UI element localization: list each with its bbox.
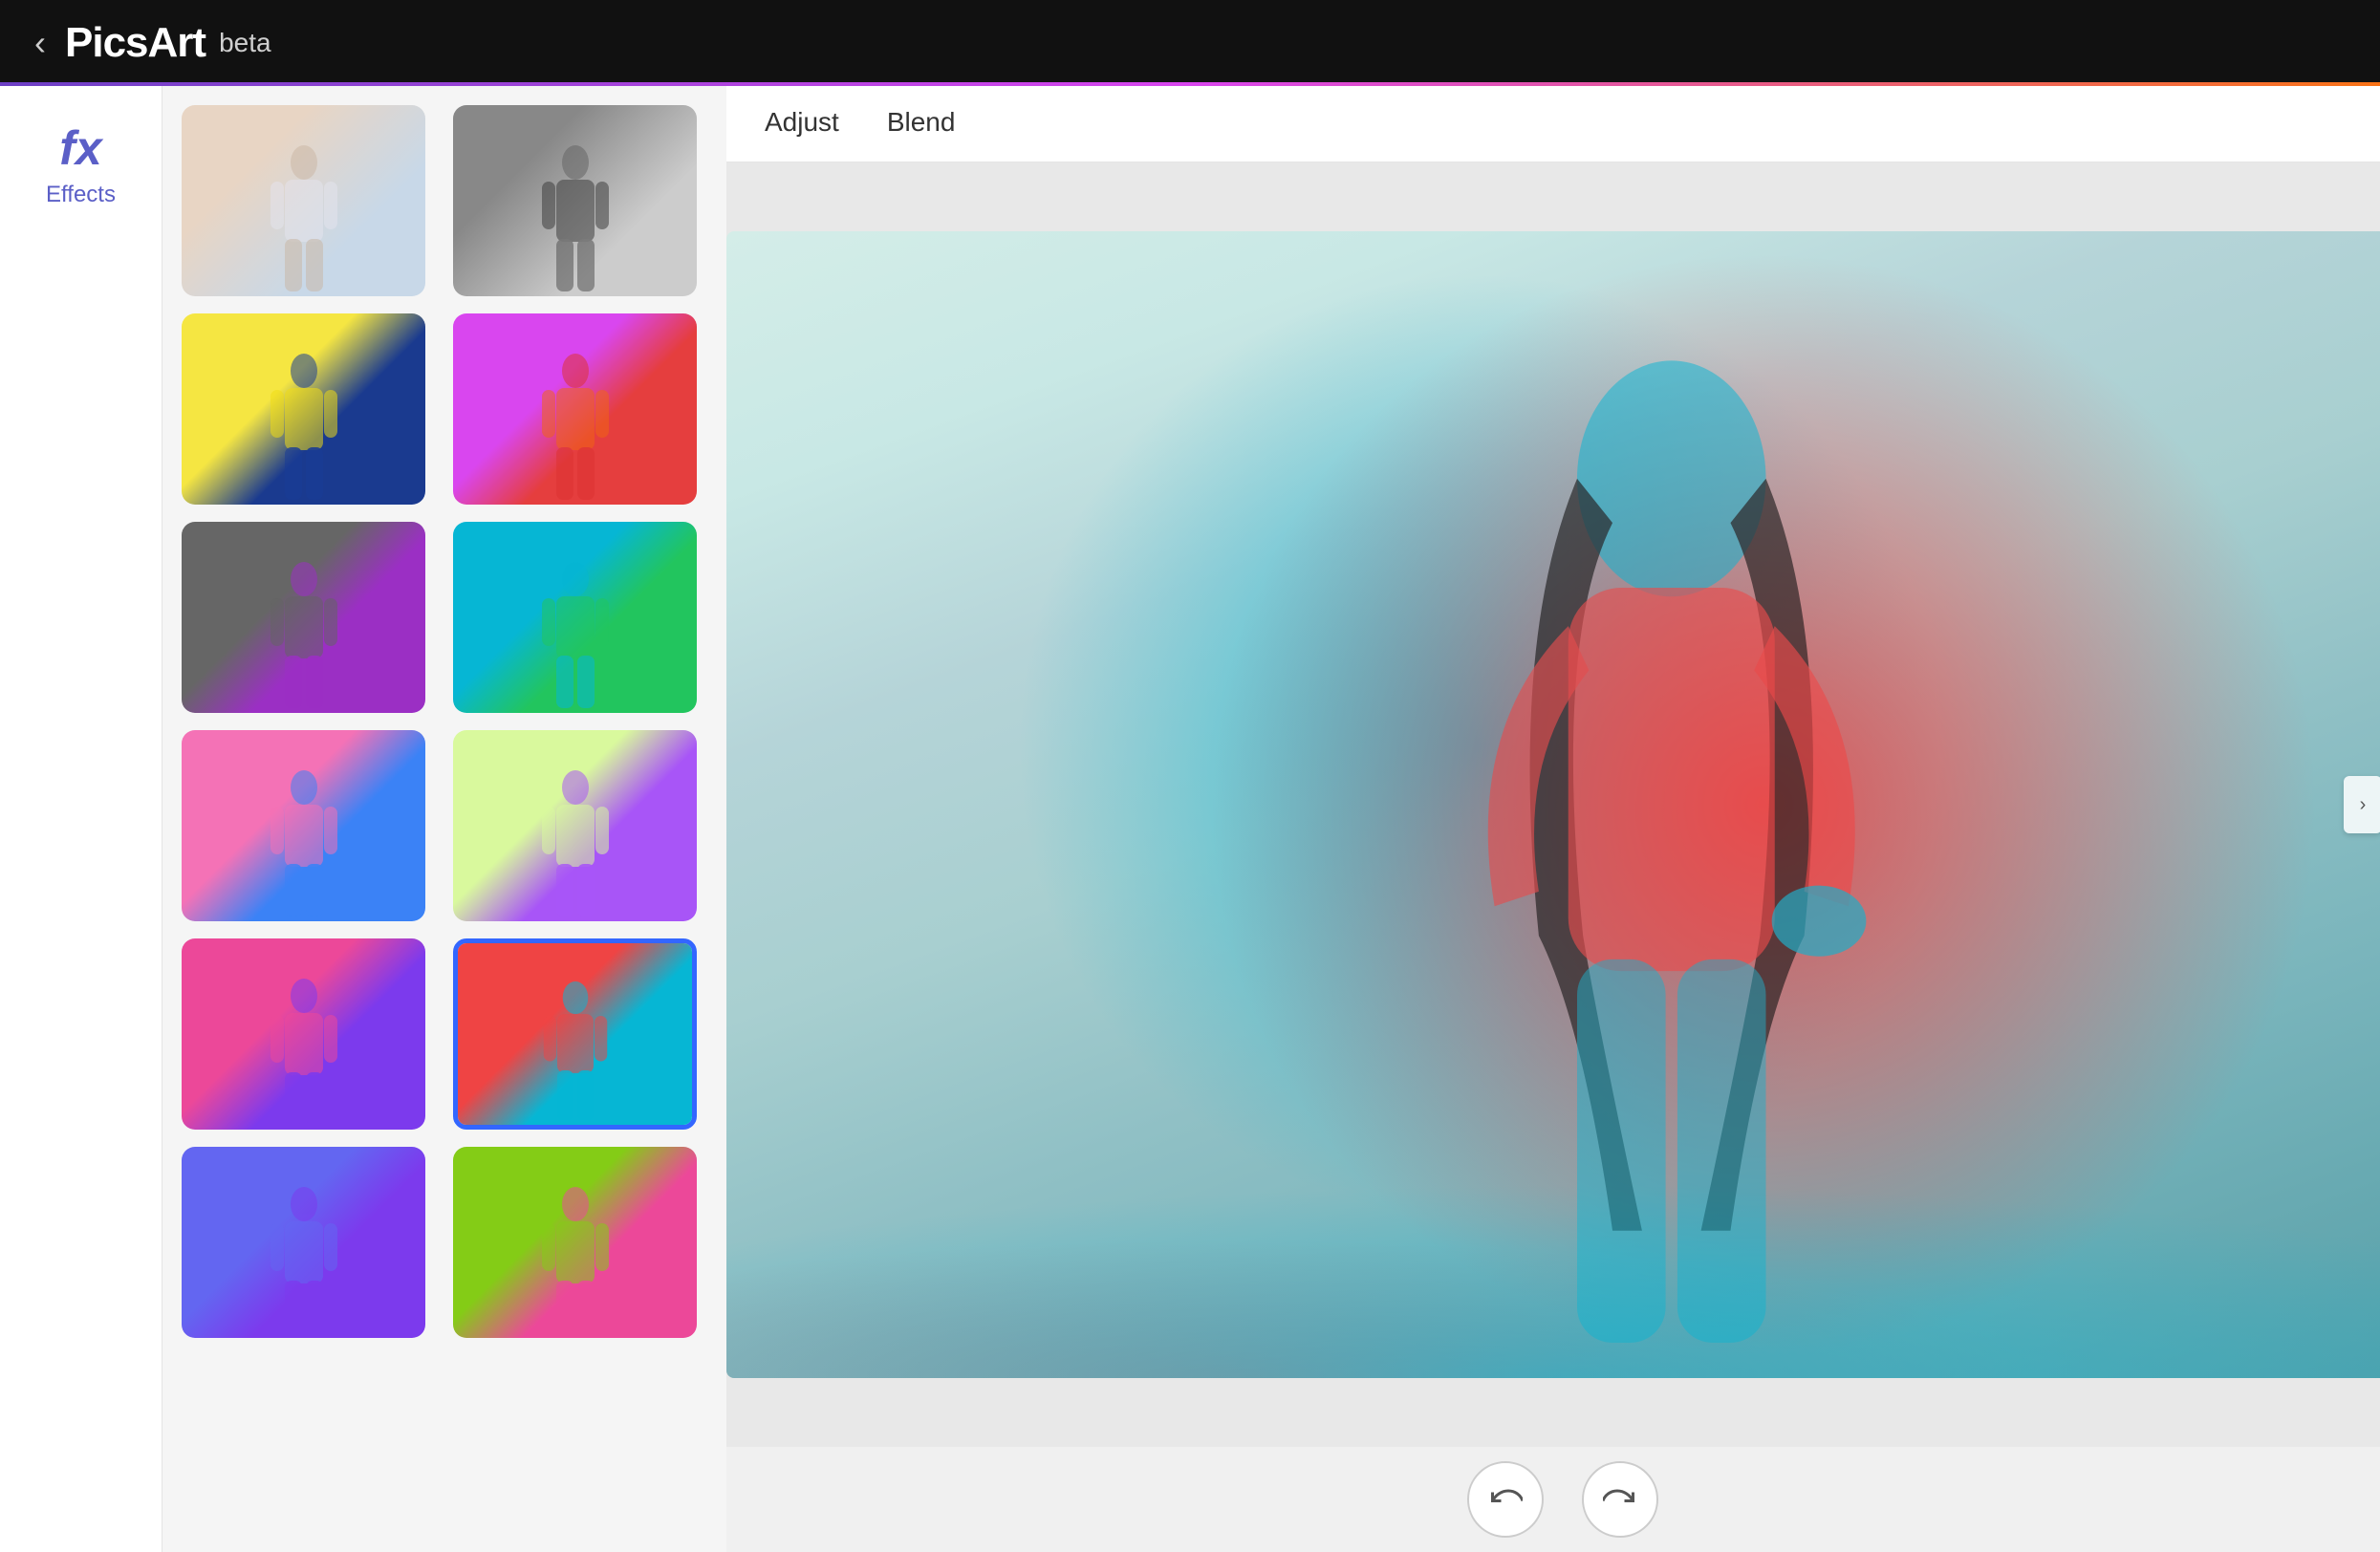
effect-thumb-6[interactable] (453, 522, 697, 713)
back-button[interactable]: ‹ (34, 26, 46, 60)
effect-thumb-12[interactable] (453, 1147, 697, 1338)
effect-thumb-9[interactable] (182, 938, 425, 1130)
toolbar: Adjust Blend (726, 86, 2380, 162)
effects-panel (162, 86, 726, 1552)
effect-thumb-7[interactable] (182, 730, 425, 921)
fx-label: Effects (46, 182, 116, 208)
preview-area: ‹ (726, 162, 2380, 1447)
effect-thumb-10[interactable] (453, 938, 697, 1130)
effect-thumb-3[interactable] (182, 313, 425, 505)
right-panel: Adjust Blend ‹ (726, 86, 2380, 1552)
redo-button[interactable] (1582, 1461, 1658, 1538)
preview-image (726, 231, 2380, 1378)
action-bar (726, 1447, 2380, 1552)
undo-button[interactable] (1467, 1461, 1544, 1538)
left-sidebar: fx Effects (0, 86, 162, 1552)
effect-thumb-1[interactable] (182, 105, 425, 296)
main-layout: fx Effects (0, 86, 2380, 1552)
app-version: beta (219, 28, 271, 58)
fx-symbol: fx (59, 124, 101, 172)
effect-thumb-2[interactable] (453, 105, 697, 296)
effect-thumb-5[interactable] (182, 522, 425, 713)
effect-thumb-11[interactable] (182, 1147, 425, 1338)
tab-blend[interactable]: Blend (887, 107, 956, 141)
header: ‹ PicsArt beta (0, 0, 2380, 86)
app-name: PicsArt (65, 19, 206, 67)
effects-tool[interactable]: fx Effects (46, 124, 116, 208)
effect-thumb-4[interactable] (453, 313, 697, 505)
logo: PicsArt beta (65, 19, 271, 67)
effect-thumb-8[interactable] (453, 730, 697, 921)
tab-adjust[interactable]: Adjust (765, 107, 839, 141)
collapse-right-button[interactable]: › (2344, 776, 2380, 833)
